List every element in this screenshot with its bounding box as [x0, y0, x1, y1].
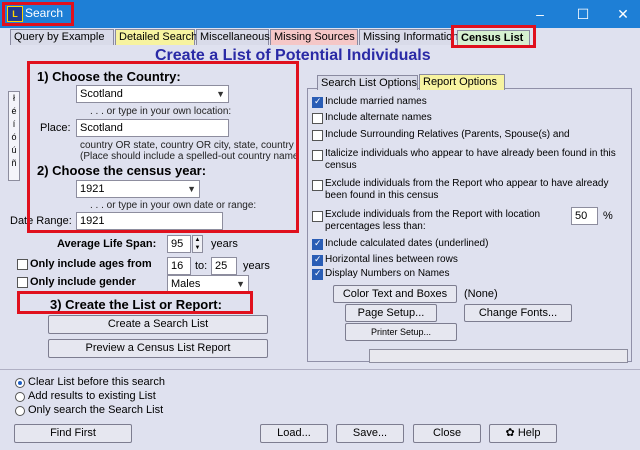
radio-clear-list[interactable] [15, 378, 25, 388]
accent-char[interactable]: í [9, 118, 19, 131]
help-button[interactable]: ✿ Help [489, 424, 557, 443]
opt-display-numbers-checkbox[interactable] [312, 268, 323, 280]
chevron-down-icon: ▼ [236, 279, 245, 289]
tab-query-by-example[interactable]: Query by Example [10, 29, 114, 45]
opt-horizontal-lines-checkbox[interactable] [312, 254, 323, 266]
accent-char-strip: ł é í ó ú ñ [8, 91, 20, 181]
ages-label: Only include ages from [30, 258, 152, 270]
title-highlight [2, 2, 74, 26]
help-icon: ✿ [505, 427, 518, 439]
load-button[interactable]: Load... [260, 424, 328, 443]
opt-italicize-label: Italicize individuals who appear to have… [325, 148, 616, 171]
opt-exclude-percent-checkbox[interactable] [312, 211, 323, 222]
progress-bar [369, 349, 628, 363]
life-span-label: Average Life Span: [57, 238, 157, 250]
opt-italicize-checkbox[interactable] [312, 150, 323, 161]
maximize-button[interactable]: ☐ [563, 0, 603, 28]
opt-married-names-label: Include married names [325, 96, 427, 107]
opt-exclude-found-label: Exclude individuals from the Report who … [325, 178, 609, 201]
accent-char[interactable]: ó [9, 131, 19, 144]
life-span-spinner[interactable]: ▲ ▼ [192, 235, 203, 253]
gender-checkbox[interactable] [17, 277, 28, 288]
opt-alternate-names-checkbox[interactable] [312, 113, 323, 124]
opt-exclude-found-checkbox[interactable] [312, 180, 323, 191]
percent-input[interactable]: 50 [571, 207, 598, 225]
sections-highlight [27, 61, 299, 233]
opt-display-numbers-label: Display Numbers on Names [325, 268, 450, 279]
age-from-input[interactable]: 16 [167, 257, 191, 275]
save-button[interactable]: Save... [336, 424, 404, 443]
gender-value: Males [171, 278, 201, 290]
radio-only-search[interactable] [15, 406, 25, 416]
accent-char[interactable]: ñ [9, 157, 19, 170]
opt-relatives-checkbox[interactable] [312, 130, 323, 141]
create-search-list-button[interactable]: Create a Search List [48, 315, 268, 334]
radio-add-results-label: Add results to existing List [28, 390, 156, 402]
opt-alternate-names-label: Include alternate names [325, 112, 432, 123]
tab-missing-information[interactable]: Missing Information [359, 29, 458, 45]
tab-search-list-options[interactable]: Search List Options [317, 75, 418, 90]
gender-label: Only include gender [30, 276, 136, 288]
accent-char[interactable]: ł [9, 92, 19, 105]
life-span-unit: years [211, 238, 238, 250]
ages-unit: years [243, 260, 270, 272]
tab-report-options[interactable]: Report Options [419, 74, 505, 90]
tab-highlight [451, 25, 536, 48]
tab-detailed-search[interactable]: Detailed Search [115, 29, 197, 45]
accent-char[interactable]: ú [9, 144, 19, 157]
close-button[interactable]: Close [413, 424, 481, 443]
minimize-button[interactable]: – [520, 0, 560, 28]
opt-horizontal-lines-label: Horizontal lines between rows [325, 254, 458, 265]
radio-add-results[interactable] [15, 392, 25, 402]
find-first-button[interactable]: Find First [14, 424, 132, 443]
color-text-boxes-button[interactable]: Color Text and Boxes [333, 285, 457, 303]
tab-missing-sources[interactable]: Missing Sources [270, 29, 358, 45]
accent-char[interactable]: é [9, 105, 19, 118]
opt-relatives-label: Include Surrounding Relatives (Parents, … [325, 129, 570, 140]
opt-calculated-dates-label: Include calculated dates (underlined) [325, 238, 489, 249]
radio-only-search-label: Only search the Search List [28, 404, 164, 416]
opt-married-names-checkbox[interactable] [312, 96, 323, 108]
opt-calculated-dates-checkbox[interactable] [312, 238, 323, 250]
change-fonts-button[interactable]: Change Fonts... [464, 304, 572, 322]
ages-checkbox[interactable] [17, 259, 28, 270]
printer-setup-button[interactable]: Printer Setup... [345, 323, 457, 341]
age-to-input[interactable]: 25 [211, 257, 237, 275]
close-window-button[interactable]: ✕ [603, 0, 640, 28]
life-span-input[interactable]: 95 [167, 235, 191, 253]
percent-unit: % [603, 210, 613, 222]
opt-exclude-percent-label: Exclude individuals from the Report with… [325, 209, 541, 232]
page-setup-button[interactable]: Page Setup... [345, 304, 437, 322]
color-none-label: (None) [464, 288, 498, 300]
tab-miscellaneous[interactable]: Miscellaneous [196, 29, 270, 45]
help-button-label: Help [517, 427, 541, 439]
age-to-label: to: [195, 260, 208, 272]
divider [0, 369, 640, 370]
preview-report-button[interactable]: Preview a Census List Report [48, 339, 268, 358]
radio-clear-list-label: Clear List before this search [28, 376, 165, 388]
section3-highlight [17, 291, 253, 314]
